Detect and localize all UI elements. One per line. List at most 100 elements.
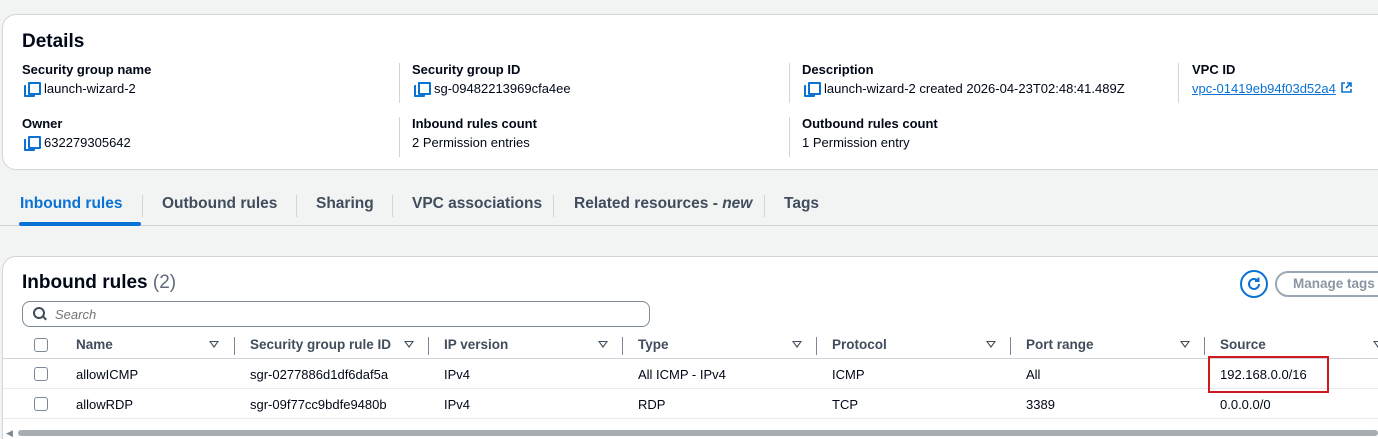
active-tab-indicator <box>19 222 141 226</box>
sort-icon[interactable] <box>598 341 608 348</box>
sort-icon[interactable] <box>209 341 219 348</box>
cell-source: 0.0.0.0/0 <box>1220 397 1271 412</box>
column-header-rule-id[interactable]: Security group rule ID <box>250 337 391 352</box>
owner-value: 632279305642 <box>44 135 131 150</box>
vpc-id-field: VPC ID vpc-01419eb94f03d52a4 <box>1192 62 1352 98</box>
divider <box>399 63 400 103</box>
sort-icon[interactable] <box>1373 341 1378 348</box>
search-input[interactable] <box>55 306 615 322</box>
refresh-icon <box>1248 277 1260 290</box>
sort-icon[interactable] <box>792 341 802 348</box>
column-header-protocol[interactable]: Protocol <box>832 337 887 352</box>
details-panel: Details Security group name launch-wizar… <box>2 14 1378 170</box>
column-header-type[interactable]: Type <box>638 337 669 352</box>
rules-heading: Inbound rules (2) <box>22 272 176 294</box>
cell-type: RDP <box>638 397 666 412</box>
column-header-name[interactable]: Name <box>76 337 113 352</box>
cell-ip-version: IPv4 <box>444 397 471 412</box>
description-field: Description launch-wizard-2 created 2026… <box>802 62 1125 98</box>
sg-name-label: Security group name <box>22 62 152 77</box>
column-separator[interactable] <box>234 337 235 355</box>
divider <box>399 117 400 157</box>
column-separator[interactable] <box>816 337 817 355</box>
details-title: Details <box>22 31 85 52</box>
row-checkbox[interactable] <box>34 367 48 381</box>
copy-icon[interactable] <box>24 136 41 151</box>
tab-inbound-rules[interactable]: Inbound rules <box>20 186 122 226</box>
vpc-id-link[interactable]: vpc-01419eb94f03d52a4 <box>1192 80 1336 98</box>
select-all-checkbox[interactable] <box>34 338 48 352</box>
sg-name-value: launch-wizard-2 <box>44 81 136 96</box>
manage-tags-button[interactable]: Manage tags <box>1275 271 1378 297</box>
new-badge: new <box>722 195 753 212</box>
rules-count: (2) <box>152 272 177 293</box>
column-separator[interactable] <box>1204 337 1205 355</box>
inbound-count-value: 2 Permission entries <box>412 135 530 150</box>
cell-protocol: TCP <box>832 397 858 412</box>
cell-rule-id: sgr-09f77cc9bdfe9480b <box>250 397 387 412</box>
divider <box>789 63 790 103</box>
cell-port-range: All <box>1026 367 1041 382</box>
column-separator[interactable] <box>428 337 429 355</box>
external-link-icon[interactable] <box>1341 80 1352 98</box>
sg-id-field: Security group ID sg-09482213969cfa4ee <box>412 62 571 98</box>
divider <box>1178 63 1179 103</box>
sg-id-label: Security group ID <box>412 62 521 77</box>
owner-field: Owner 632279305642 <box>22 116 131 152</box>
tab-sharing[interactable]: Sharing <box>316 186 374 226</box>
tab-vpc-associations[interactable]: VPC associations <box>412 186 542 226</box>
tab-separator <box>764 195 765 217</box>
sort-icon[interactable] <box>986 341 996 348</box>
outbound-count-value: 1 Permission entry <box>802 135 910 150</box>
cell-source: 192.168.0.0/16 <box>1220 367 1307 382</box>
security-group-page: Details Security group name launch-wizar… <box>0 0 1378 439</box>
tab-separator <box>392 195 393 217</box>
copy-icon[interactable] <box>414 82 431 97</box>
tab-separator <box>296 195 297 217</box>
table-row[interactable]: allowRDP sgr-09f77cc9bdfe9480b IPv4 RDP … <box>3 390 1378 419</box>
inbound-count-label: Inbound rules count <box>412 116 537 131</box>
sg-id-value: sg-09482213969cfa4ee <box>434 81 571 96</box>
cell-ip-version: IPv4 <box>444 367 471 382</box>
description-label: Description <box>802 62 874 77</box>
table-row[interactable]: allowICMP sgr-0277886d1df6daf5a IPv4 All… <box>3 360 1378 389</box>
column-header-port-range[interactable]: Port range <box>1026 337 1094 352</box>
cell-name: allowRDP <box>76 397 134 412</box>
horizontal-scrollbar[interactable]: ◀ <box>0 428 1378 439</box>
refresh-button[interactable] <box>1240 270 1268 298</box>
search-icon <box>33 307 47 321</box>
tab-tags[interactable]: Tags <box>784 186 819 226</box>
scrollbar-thumb[interactable] <box>18 430 1378 436</box>
column-separator[interactable] <box>1010 337 1011 355</box>
cell-name: allowICMP <box>76 367 139 382</box>
tab-outbound-rules[interactable]: Outbound rules <box>162 186 277 226</box>
tab-separator <box>142 195 143 217</box>
owner-label: Owner <box>22 116 63 131</box>
copy-icon[interactable] <box>24 82 41 97</box>
sort-icon[interactable] <box>404 341 414 348</box>
inbound-rules-panel: Inbound rules (2) Manage tags Name Secur… <box>2 256 1378 439</box>
row-checkbox[interactable] <box>34 397 48 411</box>
cell-rule-id: sgr-0277886d1df6daf5a <box>250 367 389 382</box>
divider <box>789 117 790 157</box>
scroll-left-icon[interactable]: ◀ <box>6 428 13 439</box>
inbound-count-field: Inbound rules count 2 Permission entries <box>412 116 537 152</box>
search-field[interactable] <box>22 301 650 327</box>
description-value: launch-wizard-2 created 2026-04-23T02:48… <box>824 81 1125 96</box>
column-header-source[interactable]: Source <box>1220 337 1266 352</box>
tab-related-resources[interactable]: Related resources - new <box>574 186 752 226</box>
rules-title: Inbound rules <box>22 272 148 293</box>
tab-related-resources-label: Related resources - <box>574 195 723 212</box>
cell-port-range: 3389 <box>1026 397 1055 412</box>
outbound-count-label: Outbound rules count <box>802 116 938 131</box>
outbound-count-field: Outbound rules count 1 Permission entry <box>802 116 938 152</box>
tab-bar: Inbound rules Outbound rules Sharing VPC… <box>0 186 1378 226</box>
cell-type: All ICMP - IPv4 <box>638 367 726 382</box>
vpc-id-label: VPC ID <box>1192 62 1236 77</box>
column-separator[interactable] <box>622 337 623 355</box>
copy-icon[interactable] <box>804 82 821 97</box>
sg-name-field: Security group name launch-wizard-2 <box>22 62 151 98</box>
column-header-ip-version[interactable]: IP version <box>444 337 508 352</box>
sort-icon[interactable] <box>1180 341 1190 348</box>
table-header: Name Security group rule ID IP version T… <box>3 333 1378 359</box>
